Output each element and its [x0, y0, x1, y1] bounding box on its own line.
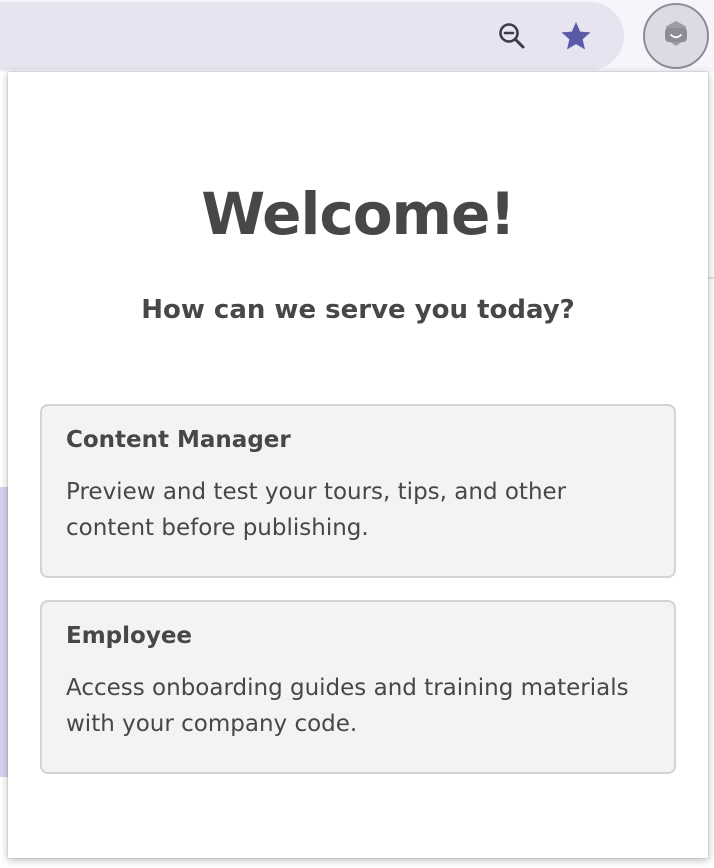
content-manager-option[interactable]: Content Manager Preview and test your to… [40, 404, 676, 578]
bot-extension-icon [659, 17, 693, 55]
welcome-title: Welcome! [201, 180, 516, 248]
extension-popup: Welcome! How can we serve you today? Con… [8, 72, 708, 858]
employee-option[interactable]: Employee Access onboarding guides and tr… [40, 600, 676, 774]
zoom-out-icon[interactable] [492, 16, 532, 56]
extension-button[interactable] [643, 3, 709, 69]
option-description: Access onboarding guides and training ma… [66, 675, 629, 737]
background-divider [708, 277, 714, 279]
option-title: Employee [66, 623, 193, 649]
browser-toolbar [0, 0, 714, 72]
option-description: Preview and test your tours, tips, and o… [66, 479, 567, 541]
welcome-subtitle: How can we serve you today? [141, 295, 575, 325]
option-title: Content Manager [66, 427, 291, 453]
bookmark-star-icon[interactable] [556, 16, 596, 56]
